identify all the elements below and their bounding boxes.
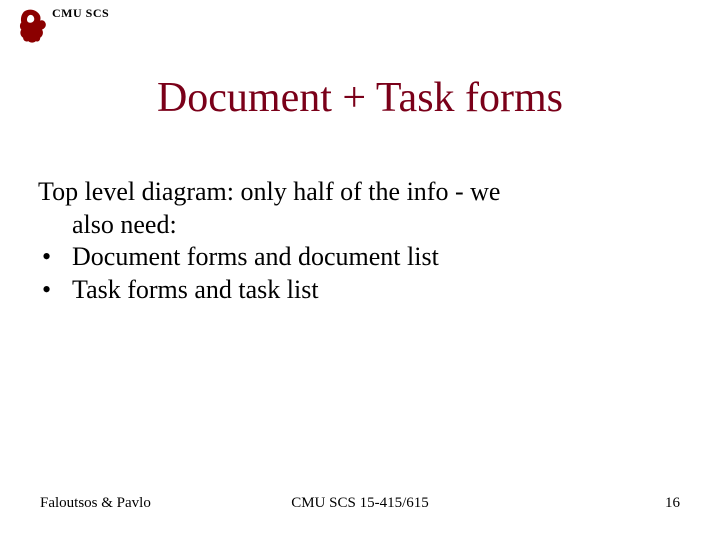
bullet-marker-icon: • [38, 274, 72, 307]
bullet-item: • Document forms and document list [38, 241, 682, 274]
bullet-marker-icon: • [38, 241, 72, 274]
footer-course: CMU SCS 15-415/615 [253, 495, 466, 512]
header-org-label: CMU SCS [52, 6, 109, 21]
slide-header: CMU SCS [18, 8, 109, 44]
bullet-text: Task forms and task list [72, 274, 319, 307]
slide-footer: Faloutsos & Pavlo CMU SCS 15-415/615 16 [40, 495, 680, 512]
bullet-item: • Task forms and task list [38, 274, 682, 307]
footer-authors: Faloutsos & Pavlo [40, 495, 253, 512]
intro-text-line1: Top level diagram: only half of the info… [38, 176, 682, 209]
slide-body: Top level diagram: only half of the info… [38, 176, 682, 306]
bullet-text: Document forms and document list [72, 241, 439, 274]
slide-title: Document + Task forms [0, 74, 720, 122]
intro-text-line2: also need: [38, 209, 682, 242]
cmu-scotty-icon [18, 8, 48, 44]
footer-page-number: 16 [467, 495, 680, 512]
